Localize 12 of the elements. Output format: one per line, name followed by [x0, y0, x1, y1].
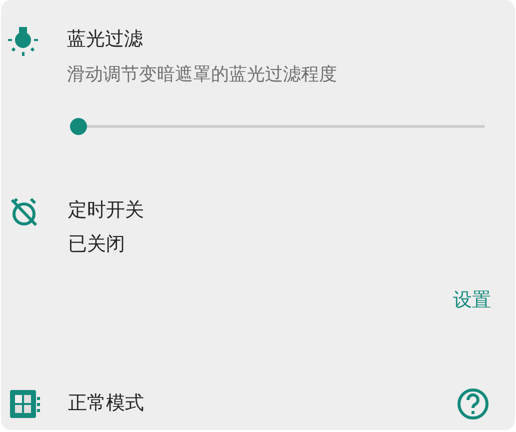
slider[interactable] [70, 118, 485, 135]
setting-title: 定时开关 [68, 199, 144, 223]
settings-link[interactable]: 设置 [453, 287, 491, 315]
layout-icon [9, 389, 41, 419]
mode-label: 正常模式 [68, 392, 144, 416]
setting-status: 已关闭 [68, 233, 126, 257]
setting-title: 蓝光过滤 [67, 28, 144, 52]
setting-description: 滑动调节变暗遮罩的蓝光过滤程度 [67, 63, 337, 86]
lightbulb-icon [7, 26, 39, 58]
slider-thumb[interactable] [70, 118, 87, 135]
alarm-off-icon [9, 197, 39, 227]
help-icon[interactable] [457, 388, 489, 420]
